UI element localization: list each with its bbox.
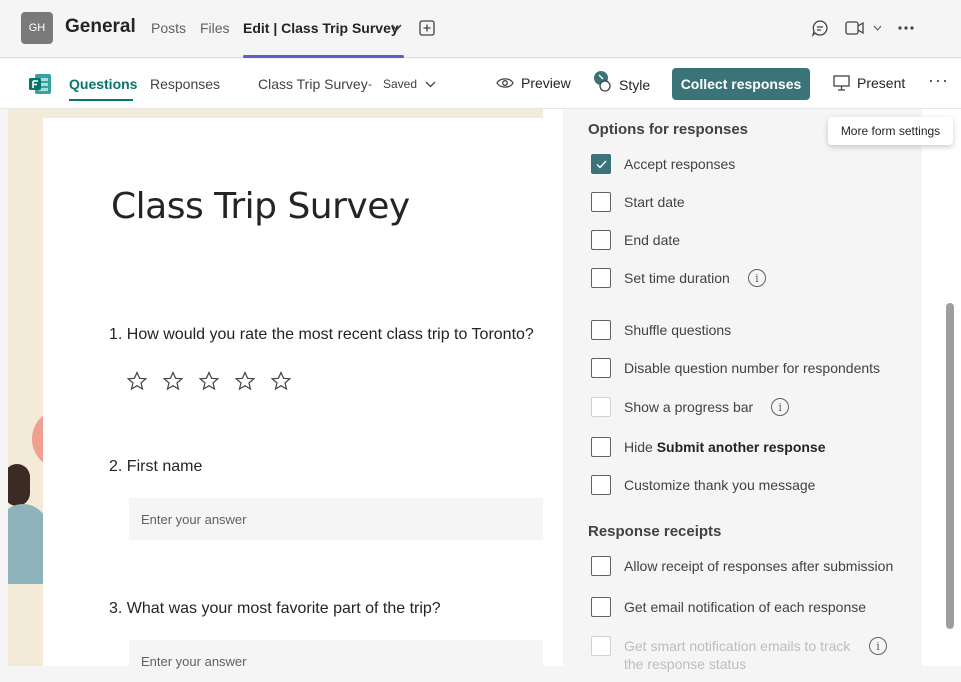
- start-date-label: Start date: [624, 194, 685, 210]
- add-tab-icon[interactable]: [419, 20, 435, 36]
- star-icon[interactable]: [235, 371, 255, 391]
- hide-submit-another-checkbox[interactable]: [591, 437, 611, 457]
- style-button[interactable]: Style: [592, 70, 650, 94]
- tab-responses[interactable]: Responses: [150, 76, 220, 92]
- show-progress-bar-checkbox[interactable]: [591, 397, 611, 417]
- disable-question-number-option[interactable]: Disable question number for respondents: [591, 358, 880, 378]
- hide-submit-another-option[interactable]: Hide Submit another response: [591, 437, 826, 457]
- set-time-duration-option[interactable]: Set time duration i: [591, 268, 766, 288]
- present-label: Present: [857, 75, 906, 91]
- accept-responses-checkbox[interactable]: [591, 154, 611, 174]
- channel-name: General: [65, 16, 136, 37]
- show-progress-bar-option[interactable]: Show a progress bar i: [591, 397, 790, 417]
- settings-scrollbar[interactable]: [946, 303, 954, 629]
- show-progress-bar-label: Show a progress bar: [624, 399, 754, 415]
- form-title[interactable]: Class Trip Survey: [111, 186, 410, 227]
- present-button[interactable]: Present: [833, 75, 905, 91]
- options-for-responses-heading: Options for responses: [588, 121, 749, 138]
- channel-avatar[interactable]: GH: [21, 12, 53, 44]
- illustration-shape: [8, 464, 30, 506]
- shuffle-questions-checkbox[interactable]: [591, 320, 611, 340]
- email-notification-label: Get email notification of each response: [624, 599, 867, 615]
- save-separator: -: [368, 77, 372, 91]
- rating-stars: [127, 371, 291, 391]
- email-notification-checkbox[interactable]: [591, 597, 611, 617]
- accept-responses-option[interactable]: Accept responses: [591, 154, 735, 174]
- customize-thank-you-label: Customize thank you message: [624, 477, 816, 493]
- disable-question-number-label: Disable question number for respondents: [624, 360, 881, 376]
- set-time-duration-label: Set time duration: [624, 270, 730, 286]
- smart-notification-checkbox[interactable]: [591, 636, 611, 656]
- hide-submit-another-prefix: Hide: [624, 439, 657, 455]
- collect-responses-button[interactable]: Collect responses: [672, 68, 810, 100]
- start-date-option[interactable]: Start date: [591, 192, 685, 212]
- preview-label: Preview: [521, 75, 571, 91]
- video-call-icon[interactable]: [845, 20, 865, 36]
- star-icon[interactable]: [127, 371, 147, 391]
- question-2-text[interactable]: 2. First name: [109, 458, 202, 476]
- tab-edit-class-trip-survey[interactable]: Edit | Class Trip Survey: [243, 20, 399, 36]
- smart-notification-label: Get smart notification emails to track t…: [624, 638, 851, 672]
- checkmark-icon: [596, 160, 607, 169]
- more-form-settings-button[interactable]: ···: [928, 70, 949, 91]
- tab-questions[interactable]: Questions: [69, 76, 137, 92]
- more-options-icon[interactable]: [898, 26, 914, 30]
- customize-thank-you-option[interactable]: Customize thank you message: [591, 475, 815, 495]
- chevron-down-icon[interactable]: [425, 81, 436, 88]
- star-icon[interactable]: [199, 371, 219, 391]
- allow-receipt-label: Allow receipt of responses after submiss…: [624, 558, 894, 574]
- smart-notification-option[interactable]: Get smart notification emails to track t…: [591, 636, 887, 673]
- response-receipts-heading: Response receipts: [588, 523, 722, 540]
- set-time-duration-checkbox[interactable]: [591, 268, 611, 288]
- hide-submit-another-bold: Submit another response: [656, 439, 826, 455]
- customize-thank-you-checkbox[interactable]: [591, 475, 611, 495]
- questions-tab-indicator: [69, 99, 133, 101]
- illustration-shape: [8, 504, 48, 584]
- info-icon[interactable]: i: [747, 269, 766, 287]
- allow-receipt-checkbox[interactable]: [591, 556, 611, 576]
- end-date-option[interactable]: End date: [591, 230, 680, 250]
- shuffle-questions-label: Shuffle questions: [624, 322, 732, 338]
- eye-icon: [496, 78, 514, 88]
- chat-icon[interactable]: [811, 19, 829, 37]
- start-date-checkbox[interactable]: [591, 192, 611, 212]
- info-icon[interactable]: i: [869, 637, 887, 655]
- question-3-text[interactable]: 3. What was your most favorite part of t…: [109, 600, 441, 618]
- accept-responses-label: Accept responses: [624, 156, 736, 172]
- info-icon[interactable]: i: [771, 398, 790, 416]
- active-tab-indicator: [243, 55, 404, 58]
- favorite-part-answer-field[interactable]: Enter your answer: [129, 640, 543, 682]
- question-1-text[interactable]: 1. How would you rate the most recent cl…: [109, 326, 543, 344]
- star-icon[interactable]: [163, 371, 183, 391]
- chevron-down-icon[interactable]: [391, 24, 402, 32]
- preview-button[interactable]: Preview: [496, 75, 571, 91]
- allow-receipt-option[interactable]: Allow receipt of responses after submiss…: [591, 556, 893, 576]
- shuffle-questions-option[interactable]: Shuffle questions: [591, 320, 731, 340]
- chevron-down-icon[interactable]: [873, 25, 882, 31]
- form-name-label[interactable]: Class Trip Survey: [258, 76, 368, 92]
- forms-logo-icon: [29, 74, 51, 94]
- tab-files[interactable]: Files: [200, 20, 230, 36]
- end-date-label: End date: [624, 232, 681, 248]
- present-icon: [833, 75, 850, 91]
- palette-icon: [594, 71, 611, 92]
- teams-header: GH General Posts Files Edit | Class Trip…: [0, 0, 961, 58]
- disable-question-number-checkbox[interactable]: [591, 358, 611, 378]
- style-label: Style: [619, 76, 651, 93]
- first-name-answer-field[interactable]: Enter your answer: [129, 498, 543, 540]
- saved-status: Saved: [383, 77, 418, 91]
- tab-posts[interactable]: Posts: [151, 20, 186, 36]
- end-date-checkbox[interactable]: [591, 230, 611, 250]
- star-icon[interactable]: [271, 371, 291, 391]
- forms-toolbar: Questions Responses Class Trip Survey - …: [0, 59, 961, 109]
- email-notification-option[interactable]: Get email notification of each response: [591, 597, 866, 617]
- more-form-settings-tooltip: More form settings: [828, 117, 953, 145]
